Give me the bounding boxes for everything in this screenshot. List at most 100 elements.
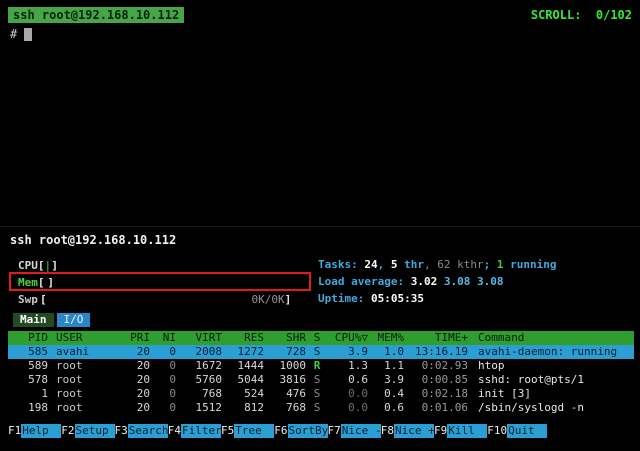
process-row[interactable]: 589 root 20 0 1672 1444 1000 R 1.3 1.1 0… <box>8 359 634 373</box>
header-user[interactable]: USER <box>48 331 120 345</box>
prompt-symbol: # <box>10 27 17 41</box>
cell-user: avahi <box>48 345 120 359</box>
cell-command: init [3] <box>468 387 634 401</box>
info-segment: ; <box>484 258 497 271</box>
cell-pri: 20 <box>120 401 150 415</box>
process-row[interactable]: 585 avahi 20 0 2008 1272 728 S 3.9 1.0 1… <box>8 345 634 359</box>
cell-cpu: 0.6 <box>328 373 368 387</box>
load-average-line: Load average: 3.02 3.08 3.08 <box>318 274 556 291</box>
cell-cpu: 1.3 <box>328 359 368 373</box>
cell-mem: 1.1 <box>368 359 404 373</box>
process-rows: 585 avahi 20 0 2008 1272 728 S 3.9 1.0 1… <box>8 345 634 415</box>
cell-state: S <box>306 345 328 359</box>
fkey-label: Kill <box>447 424 487 438</box>
cell-state: S <box>306 387 328 401</box>
header-cpu-sort[interactable]: CPU%▽ <box>328 331 368 345</box>
cell-mem: 1.0 <box>368 345 404 359</box>
cell-ni: 0 <box>150 345 176 359</box>
cell-mem: 3.9 <box>368 373 404 387</box>
process-row[interactable]: 1 root 20 0 768 524 476 S 0.0 0.4 0:02.1… <box>8 387 634 401</box>
fkey-item[interactable]: F10Quit <box>487 424 547 438</box>
cell-cpu: 0.0 <box>328 387 368 401</box>
cell-time: 0:00.85 <box>404 373 468 387</box>
cell-ni: 0 <box>150 373 176 387</box>
header-state[interactable]: S <box>306 331 328 345</box>
info-segment: 62 kthr <box>437 258 483 271</box>
htop-summary: Tasks: 24, 5 thr, 62 kthr; 1 running Loa… <box>318 257 556 308</box>
fkey-item[interactable]: F4Filter <box>168 424 221 438</box>
fkey-item[interactable]: F9Kill <box>434 424 487 438</box>
cell-cpu: 3.9 <box>328 345 368 359</box>
fkey-key: F4 <box>168 424 181 438</box>
fkey-label: Quit <box>507 424 547 438</box>
cell-command: htop <box>468 359 634 373</box>
cell-res: 524 <box>222 387 264 401</box>
header-mem[interactable]: MEM% <box>368 331 404 345</box>
cell-cpu: 0.0 <box>328 401 368 415</box>
info-segment: , <box>378 258 391 271</box>
terminal-cursor <box>24 28 32 41</box>
info-segment: Tasks: <box>318 258 364 271</box>
cell-time: 0:02.18 <box>404 387 468 401</box>
tab-main[interactable]: Main <box>13 313 54 327</box>
fkey-item[interactable]: F7Nice - <box>328 424 381 438</box>
fkey-item[interactable]: F2Setup <box>61 424 114 438</box>
header-pid[interactable]: PID <box>8 331 48 345</box>
cell-command: avahi-daemon: running <box>468 345 634 359</box>
terminal-screen: ssh root@192.168.10.112 SCROLL: 0/102 # … <box>0 0 640 451</box>
cell-command: /sbin/syslogd -n <box>468 401 634 415</box>
cell-command: sshd: root@pts/1 <box>468 373 634 387</box>
table-header-row: PID USER PRI NI VIRT RES SHR S CPU%▽ MEM… <box>8 331 634 345</box>
cell-state: S <box>306 401 328 415</box>
header-pri[interactable]: PRI <box>120 331 150 345</box>
fkey-key: F9 <box>434 424 447 438</box>
htop-screen-tabs: MainI/O <box>13 313 90 327</box>
header-command[interactable]: Command <box>468 331 634 345</box>
cell-virt: 1512 <box>176 401 222 415</box>
cell-pid: 198 <box>8 401 48 415</box>
ssh-session-title: ssh root@192.168.10.112 <box>8 7 184 23</box>
header-time[interactable]: TIME+ <box>404 331 468 345</box>
fkey-item[interactable]: F1Help <box>8 424 61 438</box>
cell-user: root <box>48 387 120 401</box>
cell-pri: 20 <box>120 345 150 359</box>
fkey-item[interactable]: F6SortBy <box>274 424 327 438</box>
cell-res: 812 <box>222 401 264 415</box>
header-shr[interactable]: SHR <box>264 331 306 345</box>
fkey-item[interactable]: F3Search <box>115 424 168 438</box>
cell-pid: 578 <box>8 373 48 387</box>
header-res[interactable]: RES <box>222 331 264 345</box>
fkey-item[interactable]: F5Tree <box>221 424 274 438</box>
cell-shr: 3816 <box>264 373 306 387</box>
cell-res: 1444 <box>222 359 264 373</box>
fkey-label: Nice + <box>394 424 434 438</box>
fkey-label: Nice - <box>341 424 381 438</box>
tab-io[interactable]: I/O <box>57 313 91 327</box>
fkey-label: Filter <box>181 424 221 438</box>
uptime-line: Uptime: 05:05:35 <box>318 291 556 308</box>
cell-virt: 2008 <box>176 345 222 359</box>
info-segment: running <box>503 258 556 271</box>
cell-time: 0:02.93 <box>404 359 468 373</box>
fkey-label: Search <box>128 424 168 438</box>
cell-user: root <box>48 373 120 387</box>
process-row[interactable]: 578 root 20 0 5760 5044 3816 S 0.6 3.9 0… <box>8 373 634 387</box>
process-row[interactable]: 198 root 20 0 1512 812 768 S 0.0 0.6 0:0… <box>8 401 634 415</box>
process-table: PID USER PRI NI VIRT RES SHR S CPU%▽ MEM… <box>8 331 634 415</box>
fkey-label: Help <box>21 424 61 438</box>
cell-res: 5044 <box>222 373 264 387</box>
swap-bar: 0K/0K <box>47 292 285 308</box>
header-virt[interactable]: VIRT <box>176 331 222 345</box>
swap-bracket-open: [ <box>40 292 47 308</box>
header-ni[interactable]: NI <box>150 331 176 345</box>
scroll-indicator: SCROLL: 0/102 <box>531 7 632 23</box>
cell-pri: 20 <box>120 373 150 387</box>
shell-prompt-line[interactable]: # <box>10 27 32 41</box>
info-segment: 3.02 <box>411 275 444 288</box>
swap-meter-label: Swp <box>18 292 40 308</box>
fkey-item[interactable]: F8Nice + <box>381 424 434 438</box>
fkey-key: F10 <box>487 424 507 438</box>
fkey-label: Tree <box>234 424 274 438</box>
cell-state: R <box>306 359 328 373</box>
fkey-label: SortBy <box>288 424 328 438</box>
